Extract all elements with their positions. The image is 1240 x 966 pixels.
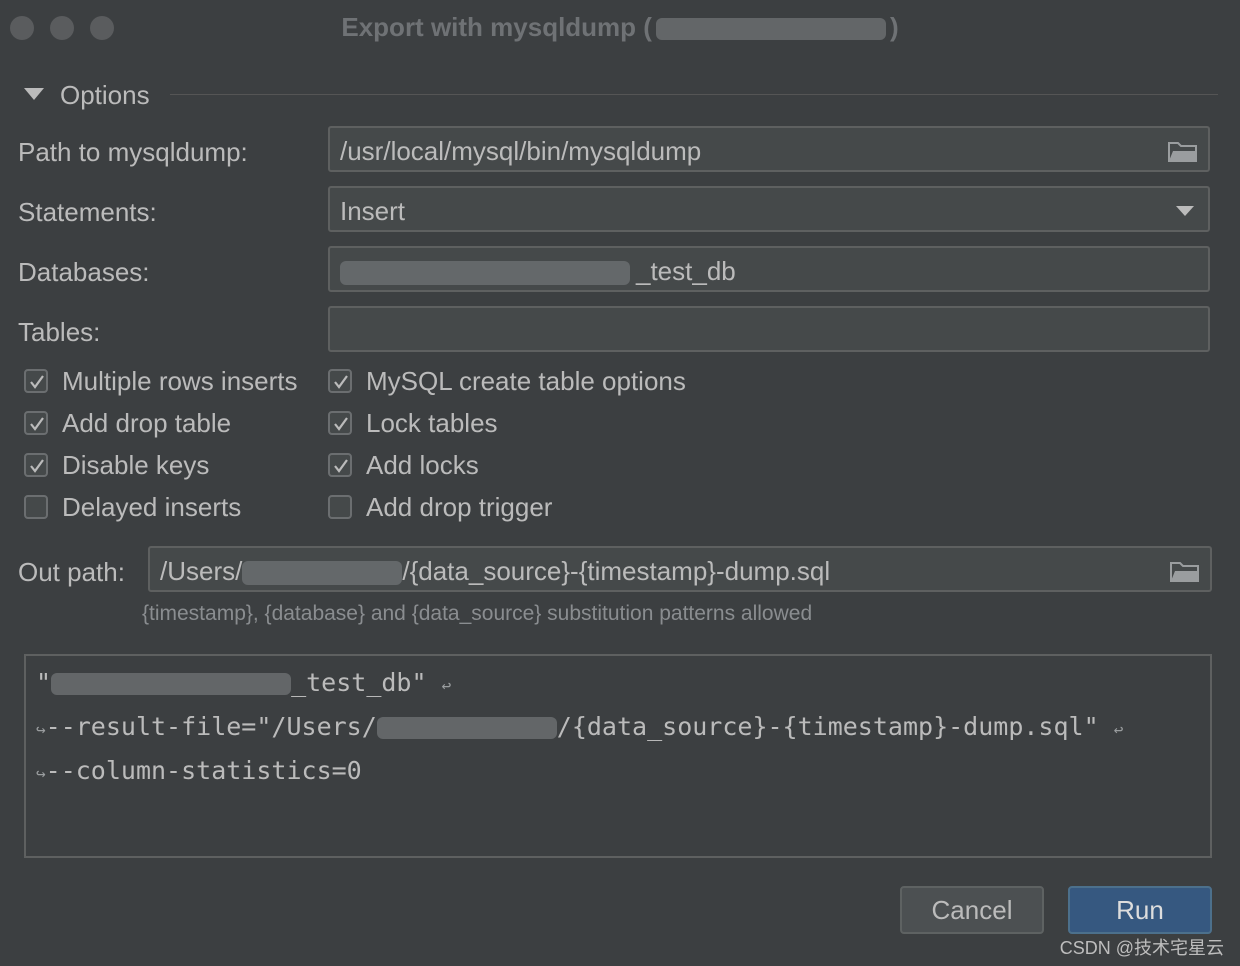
window-title-suffix: ) [889,12,899,42]
checkbox-mysql-create-table-options[interactable]: MySQL create table options [328,366,686,396]
checkbox-add-locks[interactable]: Add locks [328,450,479,480]
out-path-input[interactable]: /Users/ /{data_source}-{timestamp}-dump.s… [148,546,1212,592]
options-section-header[interactable]: Options [24,78,1218,112]
out-path-hint: {timestamp}, {database} and {data_source… [142,602,813,625]
window-title: Export with mysqldump () [0,12,1240,43]
checkbox-label: Delayed inserts [62,491,242,522]
databases-label: Databases: [18,257,150,287]
out-path-value: /Users/ /{data_source}-{timestamp}-dump.s… [160,556,830,587]
checkbox-label: MySQL create table options [366,365,686,396]
redacted-block [340,261,630,286]
watermark: CSDN @技术宅星云 [1059,938,1224,958]
soft-wrap-icon: ↪ [36,720,46,739]
path-input[interactable]: /usr/local/mysql/bin/mysqldump [328,126,1210,172]
cancel-button[interactable]: Cancel [900,886,1044,934]
checkbox-label: Add locks [366,449,479,480]
window-title-text: Export with mysqldump ( [341,12,652,42]
checkbox-delayed-inserts[interactable]: Delayed inserts [24,492,241,522]
checkmark-icon [334,375,348,389]
path-label: Path to mysqldump: [18,137,248,167]
soft-wrap-icon: ↩ [441,676,452,695]
checkmark-icon [30,375,44,389]
collapse-triangle-icon[interactable] [24,88,44,100]
checkbox-add-drop-table[interactable]: Add drop table [24,408,231,438]
redacted-block [376,717,557,739]
command-preview[interactable]: " _test_db" ↩ ↪--result-file="/Users//{da… [24,654,1212,858]
redacted-block [242,561,403,586]
checkbox-box[interactable] [328,411,352,435]
checkbox-lock-tables[interactable]: Lock tables [328,408,498,438]
databases-input[interactable]: _test_db [328,246,1210,292]
command-text: --result-file="/Users/ [45,712,377,741]
command-line-1: " _test_db" ↩ [36,668,451,697]
soft-wrap-icon: ↩ [1113,720,1124,739]
checkmark-icon [334,459,348,473]
options-label: Options [60,80,150,110]
checkbox-label: Add drop trigger [366,491,553,522]
statements-select[interactable]: Insert [328,186,1210,232]
checkbox-box[interactable] [24,453,48,477]
checkbox-label: Disable keys [62,449,210,480]
command-line-3: ↪--column-statistics=0 [36,756,362,785]
tables-input[interactable] [328,306,1210,352]
out-path-prefix: /Users/ [160,556,243,586]
checkbox-box[interactable] [24,369,48,393]
databases-value: _test_db [340,256,736,287]
checkbox-box[interactable] [328,453,352,477]
tables-label: Tables: [18,317,101,347]
export-dialog: Export with mysqldump () Options Path to… [0,0,1240,966]
checkbox-label: Add drop table [62,407,232,438]
command-text: /{data_source}-{timestamp}-dump.sql" [556,712,1099,741]
checkbox-label: Lock tables [366,407,498,438]
checkbox-box[interactable] [24,411,48,435]
checkbox-multiple-rows-inserts[interactable]: Multiple rows inserts [24,366,298,396]
statements-value: Insert [340,196,406,226]
checkbox-add-drop-trigger[interactable]: Add drop trigger [328,492,552,522]
path-value: /usr/local/mysql/bin/mysqldump [340,136,702,166]
checkbox-box[interactable] [328,495,352,519]
databases-value-text: _test_db [636,256,736,286]
checkmark-icon [30,459,44,473]
soft-wrap-icon: ↪ [36,764,46,783]
checkbox-disable-keys[interactable]: Disable keys [24,450,209,480]
command-text: --column-statistics=0 [45,756,362,785]
checkbox-label: Multiple rows inserts [62,365,298,396]
redacted-block [51,673,292,695]
statements-label: Statements: [18,197,157,227]
command-line-2: ↪--result-file="/Users/ /{data_source}-{t… [36,712,1123,741]
title-bar: Export with mysqldump () [0,0,1240,56]
run-button[interactable]: Run [1068,886,1212,934]
chevron-down-icon [1176,206,1194,216]
command-text: _test_db" [291,668,427,697]
checkmark-icon [30,417,44,431]
checkbox-box[interactable] [24,495,48,519]
command-text: " [36,668,52,697]
section-divider [170,94,1218,95]
redacted-block [655,18,886,41]
folder-icon[interactable] [1168,140,1198,162]
checkbox-box[interactable] [328,369,352,393]
out-path-label: Out path: [18,557,125,587]
folder-icon[interactable] [1170,560,1200,582]
checkmark-icon [334,417,348,431]
out-path-suffix: /{data_source}-{timestamp}-dump.sql [402,556,831,586]
